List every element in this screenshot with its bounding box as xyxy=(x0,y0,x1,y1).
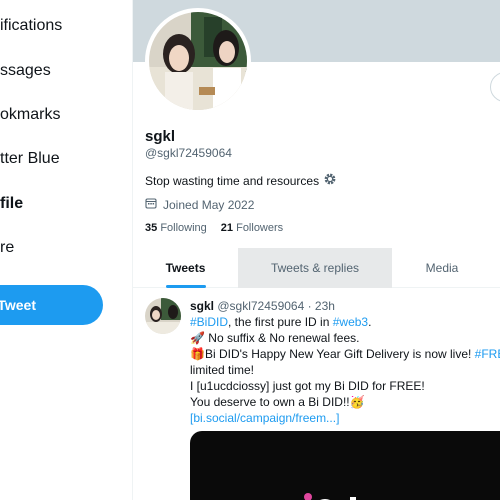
nav-notifications[interactable]: ifications xyxy=(0,11,62,41)
edit-profile-button[interactable] xyxy=(490,72,500,102)
follow-stats: 35 Following 21 Followers xyxy=(145,222,283,234)
tweet-line-4: limited time! xyxy=(190,363,255,377)
tweet-author-name[interactable]: sgkl xyxy=(190,299,214,313)
profile-avatar[interactable] xyxy=(145,8,251,114)
nav-profile[interactable]: file xyxy=(0,189,23,219)
left-navigation: ifications ssages okmarks tter Blue file… xyxy=(0,0,133,500)
avatar-photo xyxy=(149,12,247,110)
joined-text: Joined May 2022 xyxy=(163,197,255,212)
profile-tabs: Tweets Tweets & replies Media xyxy=(133,248,500,288)
tweet-content: sgkl @sgkl72459064 · 23h #BiDID, the fir… xyxy=(190,298,500,426)
tweet-media[interactable] xyxy=(190,431,500,500)
profile-handle: @sgkl72459064 xyxy=(145,146,232,160)
tweet-line-2: 🚀 No suffix & No renewal fees. xyxy=(190,331,360,345)
hashtag-free[interactable]: #FREEM xyxy=(475,347,500,361)
nav-messages[interactable]: ssages xyxy=(0,56,51,86)
tweet-line-6: You deserve to own a Bi DID!!🥳 xyxy=(190,395,365,409)
tweet-link[interactable]: [bi.social/campaign/freem...] xyxy=(190,410,500,426)
tweet-header: sgkl @sgkl72459064 · 23h xyxy=(190,298,500,314)
tab-tweets-replies[interactable]: Tweets & replies xyxy=(238,248,392,288)
profile-bio: Stop wasting time and resources xyxy=(145,172,337,189)
gear-icon xyxy=(323,172,337,189)
followers-link[interactable]: 21 Followers xyxy=(221,222,283,234)
nav-more[interactable]: re xyxy=(0,233,14,263)
tweet-avatar[interactable] xyxy=(145,298,181,334)
nav-twitter-blue[interactable]: tter Blue xyxy=(0,144,60,174)
tweet-line-3: 🎁Bi DID's Happy New Year Gift Delivery i… xyxy=(190,346,500,362)
tweet-item[interactable]: sgkl @sgkl72459064 · 23h #BiDID, the fir… xyxy=(133,288,500,500)
bio-text: Stop wasting time and resources xyxy=(145,173,320,188)
profile-main: sgkl @sgkl72459064 Stop wasting time and… xyxy=(133,0,500,500)
tweet-button[interactable]: Tweet xyxy=(0,285,103,325)
tweet-line-1: #BiDID, the first pure ID in #web3. xyxy=(190,315,372,329)
hashtag-web3[interactable]: #web3 xyxy=(333,315,368,329)
profile-name: sgkl xyxy=(145,128,176,145)
hashtag-bidid[interactable]: #BiDID xyxy=(190,315,228,329)
tweet-line-5: I [u1ucdciossy] just got my Bi DID for F… xyxy=(190,379,425,393)
calendar-icon xyxy=(145,197,157,212)
following-link[interactable]: 35 Following xyxy=(145,222,207,234)
nav-bookmarks[interactable]: okmarks xyxy=(0,100,60,130)
tab-tweets[interactable]: Tweets xyxy=(133,248,238,288)
tab-media[interactable]: Media xyxy=(392,248,492,288)
joined-date: Joined May 2022 xyxy=(145,197,254,212)
tweet-handle-time[interactable]: @sgkl72459064 · 23h xyxy=(217,299,335,313)
